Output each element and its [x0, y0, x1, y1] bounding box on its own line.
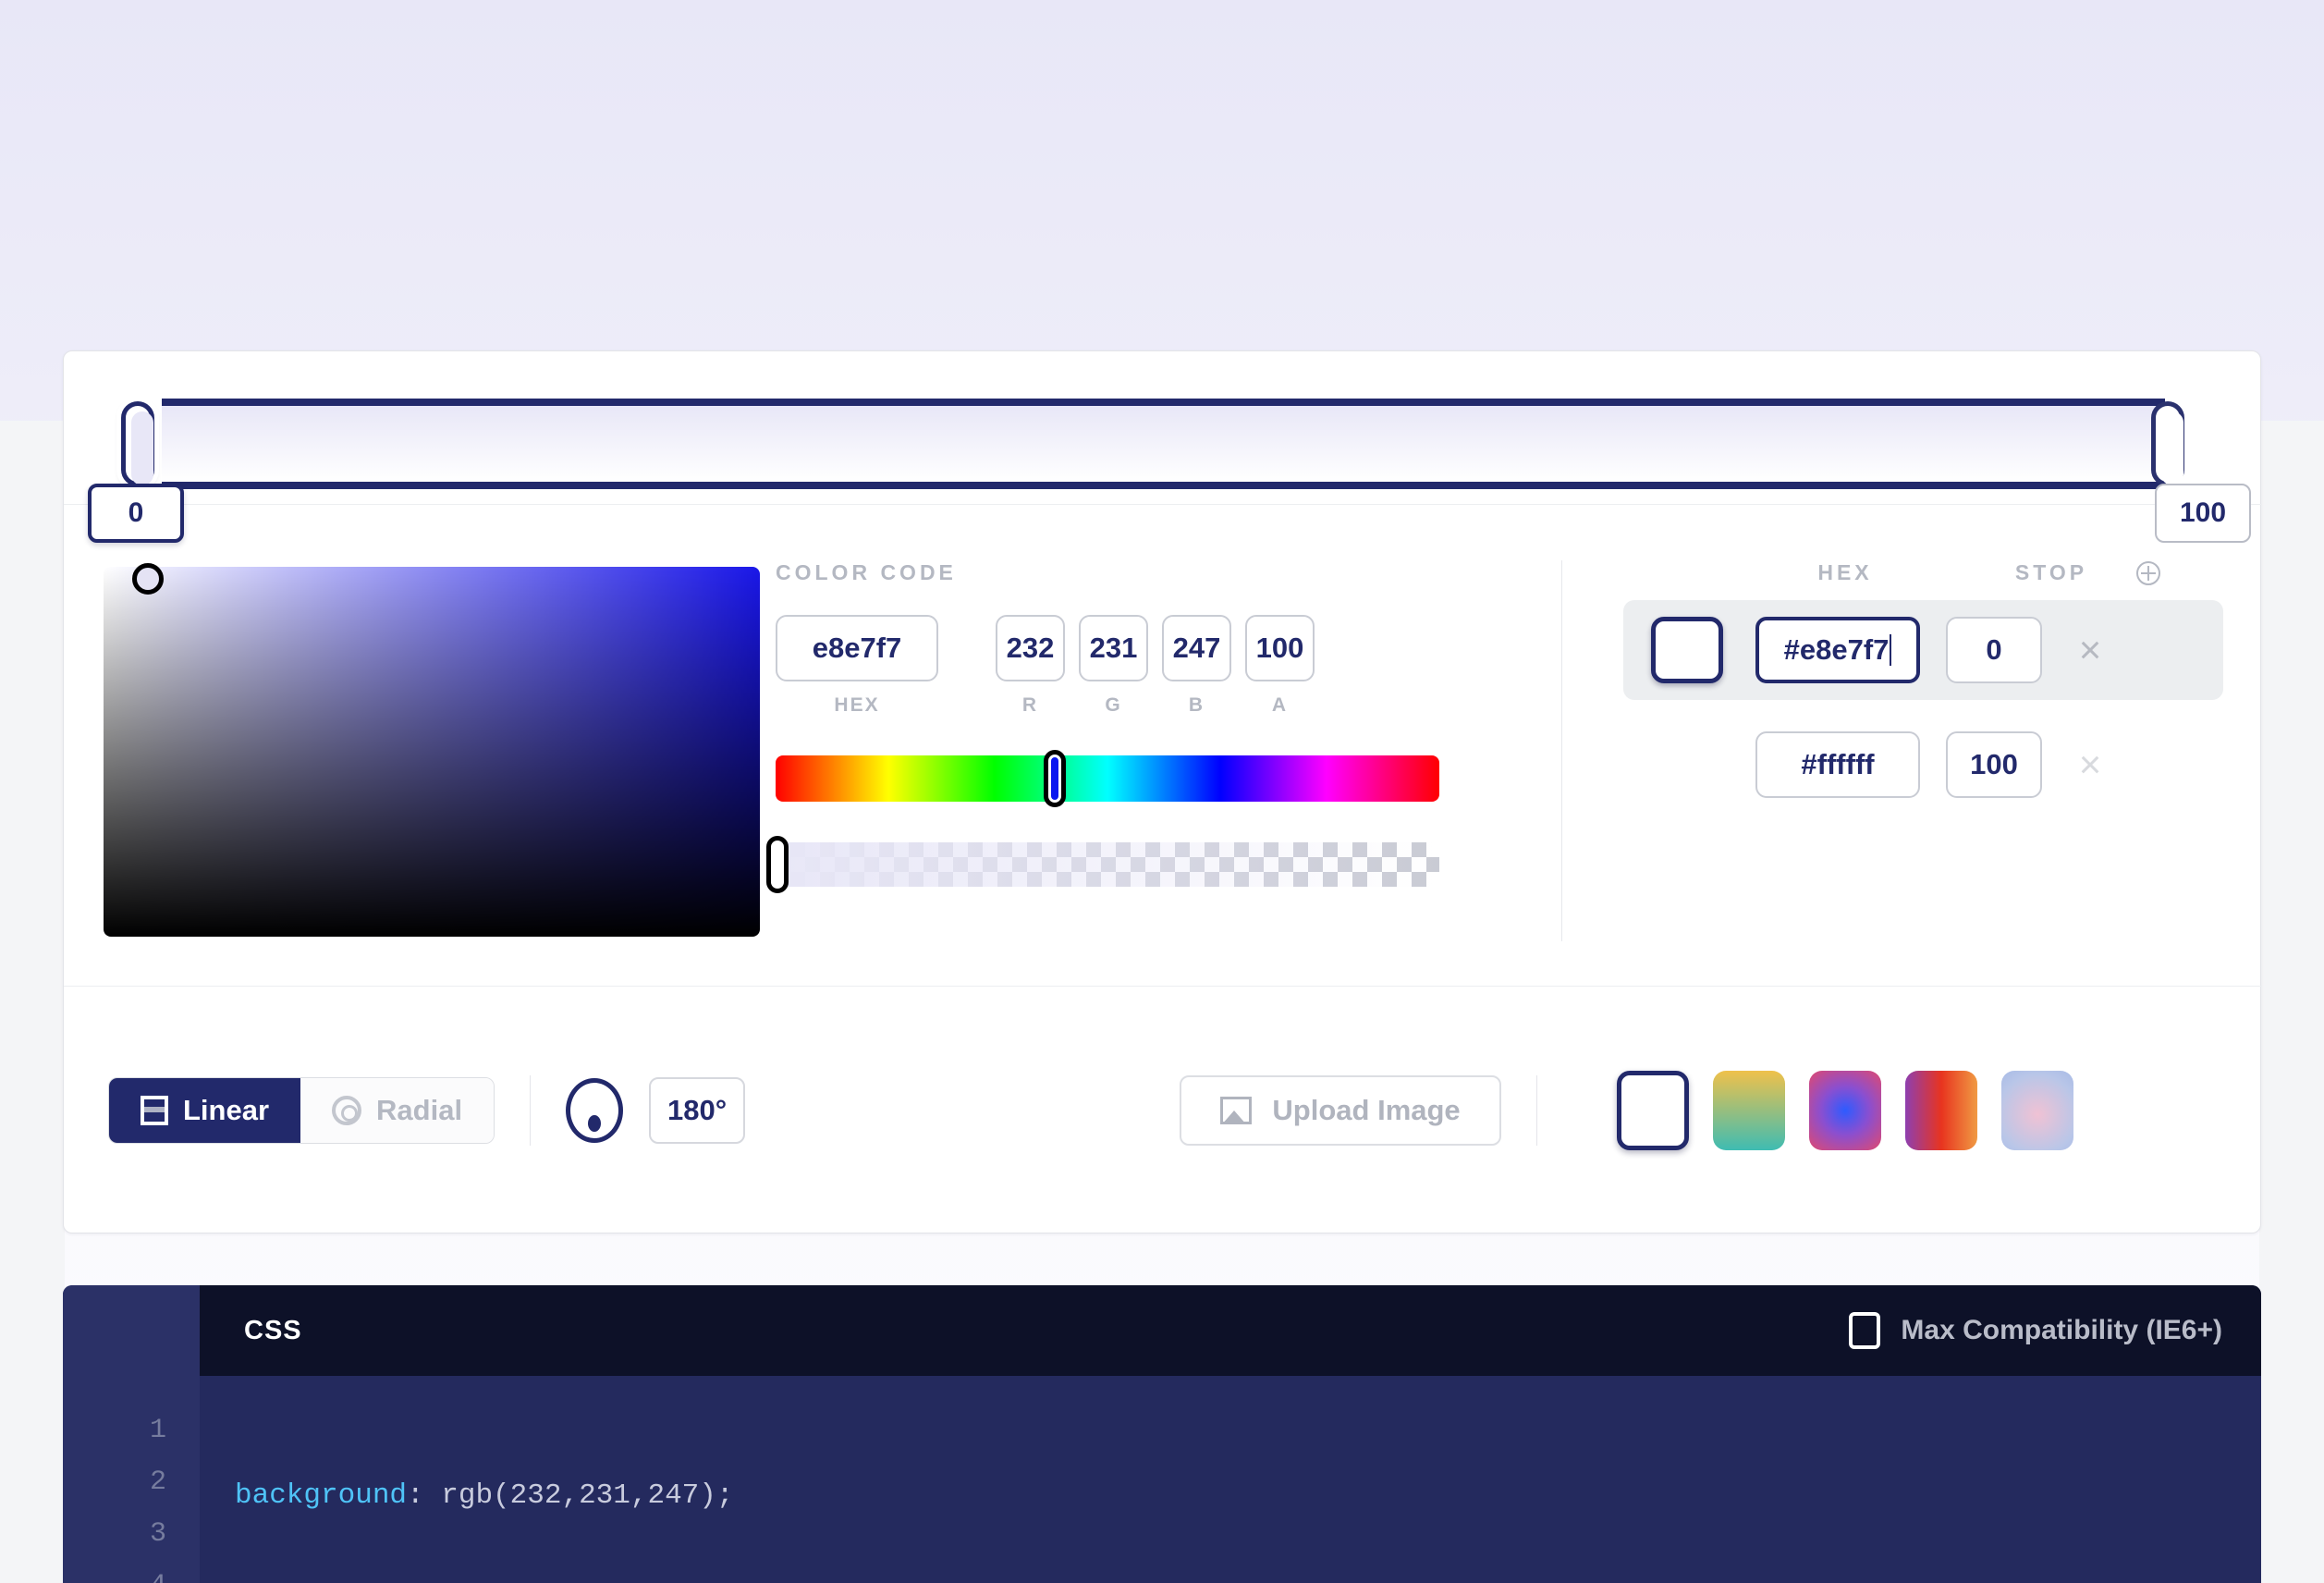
image-icon	[1220, 1097, 1253, 1124]
add-circle-icon	[2136, 560, 2160, 585]
gradient-toolbar: Linear Radial 180° Upload Image	[64, 987, 2262, 1234]
preset-gradient-2[interactable]	[1809, 1071, 1882, 1150]
page-background-right-lower	[2259, 421, 2324, 1583]
stops-header: HEX STOP	[1623, 560, 2223, 585]
add-stop-button[interactable]	[2121, 560, 2176, 585]
stop-row-1[interactable]: #ffffff 100 ×	[1623, 715, 2223, 815]
rgba-field-group: 232 R 231 G 247 B 100 A	[996, 615, 1315, 717]
max-compatibility-label: Max Compatibility (IE6+)	[1901, 1315, 2222, 1345]
b-caption: B	[1188, 694, 1205, 716]
toolbar-separator-1	[530, 1075, 532, 1146]
stops-column: HEX STOP #e8e7f7 0 × #ffffff 100 ×	[1562, 523, 2262, 986]
stop-handle-color-pill	[2161, 411, 2183, 485]
gradient-stop-handle-0[interactable]	[121, 401, 154, 486]
b-input[interactable]: 247	[1162, 615, 1231, 681]
color-code-fields: e8e7f7 HEX 232 R 231 G 247 B 100 A	[776, 615, 1561, 717]
stop-hex-input-1[interactable]: #ffffff	[1755, 731, 1920, 798]
max-compatibility-toggle[interactable]: Max Compatibility (IE6+)	[1849, 1312, 2222, 1349]
remove-stop-button-0[interactable]: ×	[2062, 622, 2118, 678]
g-field-group: 231 G	[1079, 615, 1148, 717]
code-gutter: 1 2 3 4	[63, 1285, 200, 1583]
preset-gradient-3[interactable]	[1905, 1071, 1978, 1150]
linear-gradient-icon	[141, 1096, 168, 1125]
stop-position-input-0[interactable]: 0	[1946, 617, 2042, 683]
code-panel-header: CSS Max Compatibility (IE6+)	[200, 1285, 2261, 1376]
preview-divider	[64, 504, 2262, 505]
line-number: 3	[149, 1518, 166, 1550]
remove-stop-button-1[interactable]: ×	[2062, 737, 2118, 792]
angle-dial-handle[interactable]	[588, 1115, 602, 1132]
stop-color-swatch-0[interactable]	[1651, 617, 1723, 683]
preset-gradient-1[interactable]	[1713, 1071, 1786, 1150]
gradient-type-radial-button[interactable]: Radial	[300, 1078, 495, 1143]
hex-caption: HEX	[834, 694, 880, 716]
hue-slider-knob[interactable]	[1044, 750, 1066, 807]
r-caption: R	[1021, 694, 1039, 716]
color-code-column: COLOR CODE e8e7f7 HEX 232 R 231 G 247 B …	[766, 523, 1561, 986]
radial-label: Radial	[376, 1094, 463, 1126]
upload-image-button[interactable]: Upload Image	[1180, 1075, 1502, 1146]
alpha-slider[interactable]	[766, 836, 1439, 893]
preset-gradient-list	[1617, 1071, 2074, 1150]
gradient-stop-handle-1[interactable]	[2151, 401, 2184, 486]
saturation-value-square[interactable]	[104, 563, 760, 937]
gradient-type-toggle: Linear Radial	[108, 1077, 495, 1144]
css-value: rgb(232,231,247);	[423, 1479, 734, 1512]
line-number: 4	[63, 1570, 200, 1583]
gradient-picker-card: 0 100 COLOR CODE e8e7f7 HEX 232 R 231 G …	[63, 350, 2262, 1234]
preset-gradient-0[interactable]	[1617, 1071, 1690, 1150]
hue-slider[interactable]	[776, 750, 1439, 807]
code-line-1: background: rgb(232,231,247);	[235, 1479, 734, 1512]
css-property: background	[235, 1479, 408, 1512]
gradient-preview-bar[interactable]	[162, 399, 2165, 489]
alpha-slider-knob[interactable]	[766, 836, 789, 893]
color-code-label: COLOR CODE	[776, 560, 957, 584]
a-field-group: 100 A	[1245, 615, 1315, 717]
checkbox-icon[interactable]	[1849, 1312, 1881, 1349]
a-input[interactable]: 100	[1245, 615, 1315, 681]
stop-hex-value-0: #e8e7f7	[1783, 633, 1890, 666]
r-field-group: 232 R	[996, 615, 1065, 717]
g-input[interactable]: 231	[1079, 615, 1148, 681]
upload-image-label: Upload Image	[1272, 1094, 1461, 1126]
saturation-cursor[interactable]	[132, 563, 164, 595]
gradient-type-linear-button[interactable]: Linear	[109, 1078, 301, 1143]
r-input[interactable]: 232	[996, 615, 1065, 681]
picker-middle-row: COLOR CODE e8e7f7 HEX 232 R 231 G 247 B …	[64, 523, 2262, 986]
preset-gradient-4[interactable]	[2001, 1071, 2074, 1150]
css-output-panel: 1 2 3 4 CSS Max Compatibility (IE6+) bac…	[63, 1285, 2261, 1583]
stop-row-0[interactable]: #e8e7f7 0 ×	[1623, 600, 2223, 700]
b-field-group: 247 B	[1162, 615, 1231, 717]
hex-field-group: e8e7f7 HEX	[776, 615, 938, 717]
line-number: 2	[149, 1466, 166, 1498]
toolbar-separator-2	[1536, 1075, 1538, 1146]
stop-hex-input-0[interactable]: #e8e7f7	[1755, 617, 1920, 683]
gradient-angle-input[interactable]: 180°	[649, 1077, 746, 1144]
a-caption: A	[1271, 694, 1289, 716]
css-code-lines[interactable]: background: rgb(232,231,247); background…	[235, 1415, 1714, 1583]
text-caret	[1890, 634, 1892, 666]
page-background-left-lower	[0, 421, 65, 1583]
tab-css[interactable]: CSS	[244, 1316, 302, 1346]
stop-handle-color-pill	[131, 411, 153, 485]
stop-swatch-placeholder-1	[1651, 731, 1723, 798]
g-caption: G	[1105, 694, 1122, 716]
stop-position-input-1[interactable]: 100	[1946, 731, 2042, 798]
gradient-angle-dial[interactable]	[566, 1078, 624, 1143]
saturation-column	[64, 523, 776, 986]
gradient-preview-area[interactable]	[64, 351, 2262, 522]
stops-header-stop: STOP	[2014, 560, 2088, 584]
line-number: 1	[149, 1415, 166, 1446]
slider-stack	[766, 750, 1439, 893]
hex-input[interactable]: e8e7f7	[776, 615, 938, 681]
stops-header-hex: HEX	[1817, 560, 1873, 584]
radial-gradient-icon	[332, 1096, 362, 1125]
linear-label: Linear	[183, 1094, 270, 1126]
